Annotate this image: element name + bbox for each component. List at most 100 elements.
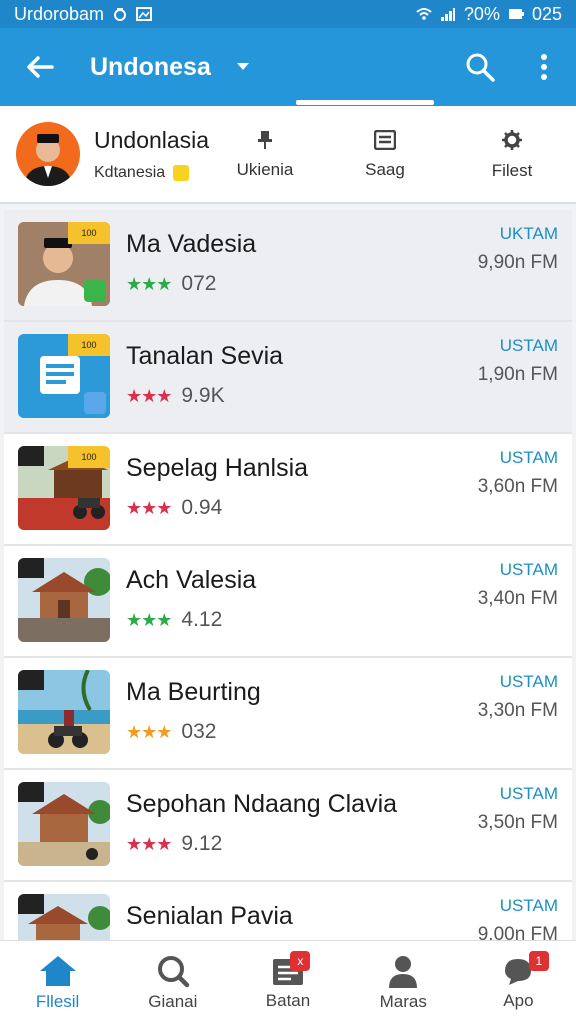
nav-label: Gianai <box>148 991 198 1011</box>
list-item[interactable]: 100 Tanalan Sevia ★★★ 9.9K USTAM 1,90n F… <box>4 322 572 434</box>
nav-label: Apo <box>503 990 534 1010</box>
rating-count: 0.94 <box>181 496 223 519</box>
battery-icon <box>508 9 524 19</box>
item-tag: 100 <box>68 334 110 356</box>
item-tag: 100 <box>68 446 110 468</box>
app-bar: Undonesa <box>0 28 576 106</box>
signal-icon <box>440 8 455 21</box>
item-tag-dark <box>18 782 44 802</box>
nav-item-messages[interactable]: x Batan <box>230 941 345 1024</box>
tab-indicator <box>296 100 434 105</box>
title-dropdown[interactable] <box>231 55 255 79</box>
item-title: Senialan Pavia <box>126 902 293 930</box>
avatar[interactable] <box>16 122 80 186</box>
item-time: 3,50n FM <box>477 812 558 833</box>
notification-badge: x <box>290 951 311 971</box>
item-badge: USTAM <box>499 896 558 915</box>
item-tag: 100 <box>68 222 110 244</box>
tab-saag[interactable]: Saag <box>350 106 420 204</box>
search-icon <box>157 955 190 987</box>
list-item[interactable]: 100 Sepelag Hanlsia ★★★ 0.94 USTAM 3,60n… <box>4 434 572 546</box>
nav-item-home[interactable]: Fllesil <box>0 941 115 1024</box>
person-portrait-icon <box>24 134 72 186</box>
item-badge: USTAM <box>499 784 558 803</box>
item-title: Ma Vadesia <box>126 230 257 258</box>
item-badge: USTAM <box>499 560 558 579</box>
item-badge: USTAM <box>499 672 558 691</box>
more-vertical-icon <box>541 54 547 80</box>
item-tag-dark <box>18 558 44 578</box>
item-thumbnail: 100 <box>18 222 110 306</box>
pin-icon <box>258 131 272 149</box>
back-button[interactable] <box>0 28 80 106</box>
item-rating: ★★★ 072 <box>126 272 216 296</box>
list-item[interactable]: Ach Valesia ★★★ 4.12 USTAM 3,40n FM <box>4 546 572 658</box>
nav-label: Batan <box>265 990 311 1010</box>
item-time: 3,60n FM <box>477 476 558 497</box>
item-time: 1,90n FM <box>477 364 558 385</box>
item-time: 3,30n FM <box>477 700 558 721</box>
stars-icon: ★★★ <box>126 609 172 630</box>
search-button[interactable] <box>448 28 512 106</box>
app-screen: Urdorobam ?0% 025 Undonesa Undonlasia Kd… <box>0 0 576 1024</box>
rating-count: 4.12 <box>181 608 223 631</box>
profile-name: Undonlasia <box>94 126 210 153</box>
tab-label: Saag <box>365 160 405 179</box>
tab-ukienia[interactable]: Ukienia <box>228 106 302 204</box>
stars-icon: ★★★ <box>126 273 172 294</box>
item-badge: UKTAM <box>499 224 558 243</box>
image-icon <box>136 7 153 21</box>
flag-icon <box>173 164 190 181</box>
notification-badge: 1 <box>528 951 549 971</box>
item-thumbnail <box>18 782 110 866</box>
item-thumbnail: 100 <box>18 334 110 418</box>
carrier-label: Urdorobam <box>14 3 105 24</box>
search-icon <box>466 53 495 82</box>
stars-icon: ★★★ <box>126 721 172 742</box>
item-title: Tanalan Sevia <box>126 342 284 370</box>
item-title: Ma Beurting <box>126 678 261 706</box>
stars-icon: ★★★ <box>126 385 172 406</box>
app-title: Undonesa <box>90 52 211 81</box>
nav-label: Maras <box>379 991 427 1011</box>
nav-item-search[interactable]: Gianai <box>115 941 230 1024</box>
check-icon <box>84 280 106 302</box>
stars-icon: ★★★ <box>126 497 172 518</box>
camera-icon <box>114 8 127 21</box>
item-title: Ach Valesia <box>126 566 257 594</box>
stars-icon: ★★★ <box>126 833 172 854</box>
item-tag-dark <box>18 670 44 690</box>
item-thumbnail: 100 <box>18 446 110 530</box>
nav-item-chat[interactable]: 1 Apo <box>461 941 576 1024</box>
item-rating: ★★★ 4.12 <box>126 608 222 632</box>
list-item[interactable]: Ma Beurting ★★★ 032 USTAM 3,30n FM <box>4 658 572 770</box>
item-rating: ★★★ 032 <box>126 720 216 744</box>
item-list: 100 Ma Vadesia ★★★ 072 UKTAM 9,90n FM 10… <box>4 210 572 994</box>
item-title: Sepohan Ndaang Clavia <box>126 790 398 818</box>
nav-item-profile[interactable]: Maras <box>346 941 461 1024</box>
status-bar: Urdorobam ?0% 025 <box>0 0 576 28</box>
list-icon <box>374 130 396 150</box>
battery-percent: ?0% <box>463 3 500 24</box>
item-tag-dark <box>18 446 44 466</box>
rating-count: 032 <box>181 720 217 743</box>
item-title: Sepelag Hanlsia <box>126 454 309 482</box>
list-item[interactable]: 100 Ma Vadesia ★★★ 072 UKTAM 9,90n FM <box>4 210 572 322</box>
bottom-nav: Fllesil Gianai x Batan Maras 1 Apo <box>0 940 576 1024</box>
arrow-left-icon <box>27 56 54 78</box>
item-rating: ★★★ 9.12 <box>126 832 222 856</box>
item-thumbnail <box>18 558 110 642</box>
person-icon <box>389 955 418 988</box>
rating-count: 9.9K <box>181 384 225 407</box>
clock: 025 <box>531 3 562 24</box>
tab-filest[interactable]: Filest <box>476 106 548 204</box>
profile-subtitle: Kdtanesia <box>94 163 166 181</box>
gear-icon <box>502 130 522 150</box>
wifi-icon <box>416 8 432 20</box>
item-badge: USTAM <box>499 336 558 355</box>
tab-label: Ukienia <box>236 160 294 179</box>
more-button[interactable] <box>512 28 576 106</box>
list-item[interactable]: Sepohan Ndaang Clavia ★★★ 9.12 USTAM 3,5… <box>4 770 572 882</box>
item-thumbnail <box>18 670 110 754</box>
item-rating: ★★★ 0.94 <box>126 496 222 520</box>
